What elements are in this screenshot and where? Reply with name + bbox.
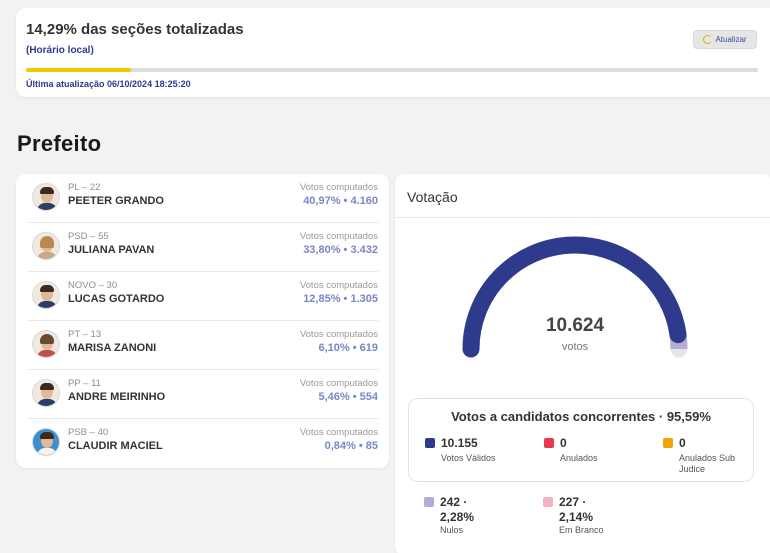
candidates-panel: PL – 22 PEETER GRANDO Votos computados 4… bbox=[16, 174, 389, 468]
section-title: Prefeito bbox=[17, 131, 102, 156]
votes-label: Votos computados bbox=[299, 231, 378, 242]
totalization-title: 14,29% das seções totalizadas bbox=[26, 21, 244, 38]
candidate-votes: 12,85% • 1.305 bbox=[303, 293, 378, 305]
legend-value: 242 · 2,28% bbox=[440, 495, 475, 524]
legend-swatch-annulled bbox=[544, 438, 554, 448]
legend-value: 10.155 bbox=[441, 436, 478, 450]
candidate-row[interactable]: PT – 13 MARISA ZANONI Votos computados 6… bbox=[28, 321, 378, 370]
candidate-row[interactable]: PSB – 40 CLAUDIR MACIEL Votos computados… bbox=[28, 419, 378, 468]
legend-swatch-valid bbox=[425, 438, 435, 448]
candidate-photo bbox=[32, 428, 60, 456]
candidate-party: PL – 22 bbox=[68, 182, 101, 193]
legend-value: 227 · 2,14% bbox=[559, 495, 594, 524]
voting-panel: Votação 10.624 votos Votos a candidatos … bbox=[395, 174, 770, 553]
timezone-note: (Horário local) bbox=[26, 45, 94, 56]
candidate-party: PT – 13 bbox=[68, 329, 102, 340]
refresh-button[interactable]: Atualizar bbox=[693, 30, 757, 49]
candidate-row[interactable]: PSD – 55 JULIANA PAVAN Votos computados … bbox=[28, 223, 378, 272]
candidate-photo bbox=[32, 379, 60, 407]
votes-label: Votos computados bbox=[299, 378, 378, 389]
candidate-row[interactable]: PL – 22 PEETER GRANDO Votos computados 4… bbox=[28, 174, 378, 223]
candidate-photo bbox=[32, 281, 60, 309]
totalization-progress-fill bbox=[26, 68, 131, 72]
candidate-party: PSD – 55 bbox=[68, 231, 109, 242]
legend-swatch-blank bbox=[543, 497, 553, 507]
votes-label: Votos computados bbox=[299, 329, 378, 340]
candidate-name: ANDRE MEIRINHO bbox=[68, 391, 166, 403]
totalization-status-card: 14,29% das seções totalizadas (Horário l… bbox=[16, 8, 770, 97]
candidate-votes: 40,97% • 4.160 bbox=[303, 195, 378, 207]
votes-label: Votos computados bbox=[299, 280, 378, 291]
legend-swatch-sub-judice bbox=[663, 438, 673, 448]
candidate-row[interactable]: NOVO – 30 LUCAS GOTARDO Votos computados… bbox=[28, 272, 378, 321]
refresh-icon bbox=[703, 35, 713, 44]
candidate-name: LUCAS GOTARDO bbox=[68, 293, 165, 305]
candidate-name: JULIANA PAVAN bbox=[68, 244, 155, 256]
candidate-row[interactable]: PP – 11 ANDRE MEIRINHO Votos computados … bbox=[28, 370, 378, 419]
vote-summary-box: Votos a candidatos concorrentes · 95,59%… bbox=[408, 398, 754, 482]
votes-label: Votos computados bbox=[299, 182, 378, 193]
candidate-photo bbox=[32, 232, 60, 260]
candidate-name: PEETER GRANDO bbox=[68, 195, 164, 207]
refresh-label: Atualizar bbox=[715, 35, 747, 44]
total-votes-unit: votos bbox=[561, 341, 589, 353]
candidate-photo bbox=[32, 330, 60, 358]
candidate-votes: 5,46% • 554 bbox=[318, 391, 378, 403]
voting-header: Votação bbox=[395, 174, 770, 218]
legend-label: Anulados bbox=[560, 453, 598, 463]
candidate-party: PP – 11 bbox=[68, 378, 101, 389]
legend-value: 0 bbox=[679, 436, 686, 450]
total-votes: 10.624 bbox=[545, 315, 605, 336]
legend-value: 0 bbox=[560, 436, 567, 450]
candidate-party: PSB – 40 bbox=[68, 427, 109, 438]
last-update-text: Última atualização 06/10/2024 18:25:20 bbox=[26, 79, 191, 89]
legend-label: Anulados Sub Judice bbox=[679, 453, 736, 474]
candidate-votes: 6,10% • 619 bbox=[318, 342, 378, 354]
legend-label: Votos Válidos bbox=[441, 453, 496, 463]
voting-title: Votação bbox=[407, 189, 458, 205]
candidate-votes: 0,84% • 85 bbox=[324, 440, 378, 452]
candidate-name: MARISA ZANONI bbox=[68, 342, 157, 354]
legend-swatch-null bbox=[424, 497, 434, 507]
candidate-photo bbox=[32, 183, 60, 211]
candidate-name: CLAUDIR MACIEL bbox=[68, 440, 163, 452]
candidate-votes: 33,80% • 3.432 bbox=[303, 244, 378, 256]
votes-label: Votos computados bbox=[299, 427, 378, 438]
summary-title: Votos a candidatos concorrentes · 95,59% bbox=[451, 409, 711, 424]
legend-label: Em Branco bbox=[559, 525, 604, 535]
totalization-progress-bar bbox=[26, 68, 758, 72]
candidate-party: NOVO – 30 bbox=[68, 280, 118, 291]
legend-label: Nulos bbox=[440, 525, 464, 535]
